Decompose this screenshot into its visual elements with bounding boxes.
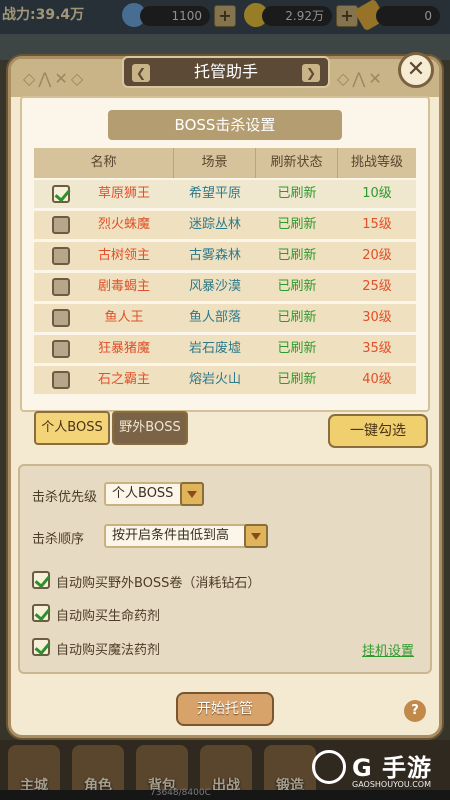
dialog-title-text: 托管助手 <box>193 62 258 81</box>
order-value: 按开启条件由低到高 <box>112 528 230 543</box>
refresh-status: 已刷新 <box>277 279 317 294</box>
table-row[interactable]: 狂暴猪魔 岩石废墟 已刷新 35级 <box>34 335 416 363</box>
boss-name: 古树领主 <box>97 248 150 263</box>
option-label: 自动购买野外BOSS卷（消耗钻石） <box>56 576 261 591</box>
watermark: G 手游 GAOSHOUYOU.COM <box>312 748 450 798</box>
section-title: BOSS击杀设置 <box>108 110 342 140</box>
boss-checkbox[interactable] <box>52 278 70 296</box>
watermark-subtext: GAOSHOUYOU.COM <box>352 780 432 789</box>
chevron-down-icon[interactable] <box>244 524 268 548</box>
table-row[interactable]: 古树领主 古雾森林 已刷新 20级 <box>34 242 416 270</box>
table-header: 名称 场景 刷新状态 挑战等级 <box>34 148 416 178</box>
tab-field-boss[interactable]: 野外BOSS <box>112 411 188 445</box>
afk-settings-link[interactable]: 挂机设置 <box>362 640 414 659</box>
boss-name: 石之霸主 <box>97 372 150 387</box>
auto-buy-boss-scroll-checkbox[interactable] <box>32 571 50 589</box>
boss-checkbox[interactable] <box>52 340 70 358</box>
challenge-level: 40级 <box>362 372 392 387</box>
dialog-title: ❮ 托管助手 ❯ <box>122 56 330 88</box>
boss-checkbox[interactable] <box>52 309 70 327</box>
challenge-level: 30级 <box>362 310 392 325</box>
challenge-level: 15级 <box>362 217 392 232</box>
refresh-status: 已刷新 <box>277 372 317 387</box>
boss-name: 烈火蛛魔 <box>97 217 150 232</box>
order-dropdown[interactable]: 按开启条件由低到高 <box>104 524 268 548</box>
table-row[interactable]: 石之霸主 熔岩火山 已刷新 40级 <box>34 366 416 394</box>
chevron-down-icon[interactable] <box>180 482 204 506</box>
boss-scene: 希望平原 <box>188 186 241 201</box>
title-ornament-icon: ❯ <box>302 64 320 82</box>
start-hosting-button[interactable]: 开始托管 <box>176 692 274 726</box>
boss-name: 鱼人王 <box>104 310 144 325</box>
auto-buy-mp-potion-checkbox[interactable] <box>32 638 50 656</box>
boss-scene: 古雾森林 <box>188 248 241 263</box>
challenge-level: 25级 <box>362 279 392 294</box>
boss-name: 剧毒蝎主 <box>97 279 150 294</box>
header-decoration: ◇⋀✕ <box>337 69 385 88</box>
option-label: 自动购买魔法药剂 <box>56 643 161 658</box>
title-ornament-icon: ❮ <box>132 64 150 82</box>
boss-scene: 鱼人部落 <box>188 310 241 325</box>
refresh-status: 已刷新 <box>277 186 317 201</box>
priority-value: 个人BOSS <box>112 486 174 501</box>
help-icon[interactable]: ? <box>404 700 426 722</box>
boss-name: 狂暴猪魔 <box>97 341 150 356</box>
refresh-status: 已刷新 <box>277 341 317 356</box>
column-header: 挑战等级 <box>350 155 403 170</box>
column-header: 名称 <box>34 148 174 178</box>
boss-name: 草原狮王 <box>97 186 150 201</box>
header-decoration: ◇⋀✕◇ <box>23 69 87 88</box>
tab-personal-boss[interactable]: 个人BOSS <box>34 411 110 445</box>
table-row[interactable]: 草原狮王 希望平原 已刷新 10级 <box>34 180 416 208</box>
column-header: 刷新状态 <box>256 148 338 178</box>
close-button[interactable]: ✕ <box>398 52 434 88</box>
refresh-status: 已刷新 <box>277 310 317 325</box>
watermark-logo-icon <box>312 750 346 784</box>
boss-checkbox[interactable] <box>52 185 70 203</box>
boss-checkbox[interactable] <box>52 216 70 234</box>
refresh-status: 已刷新 <box>277 217 317 232</box>
priority-label: 击杀优先级 <box>32 490 98 505</box>
boss-checkbox[interactable] <box>52 371 70 389</box>
boss-scene: 熔岩火山 <box>188 372 241 387</box>
challenge-level: 35级 <box>362 341 392 356</box>
boss-scene: 迷踪丛林 <box>188 217 241 232</box>
priority-dropdown[interactable]: 个人BOSS <box>104 482 204 506</box>
column-header: 场景 <box>174 148 256 178</box>
select-all-button[interactable]: 一键勾选 <box>328 414 428 448</box>
challenge-level: 20级 <box>362 248 392 263</box>
order-label: 击杀顺序 <box>32 532 85 547</box>
refresh-status: 已刷新 <box>277 248 317 263</box>
challenge-level: 10级 <box>362 186 392 201</box>
auto-buy-hp-potion-checkbox[interactable] <box>32 604 50 622</box>
table-row[interactable]: 鱼人王 鱼人部落 已刷新 30级 <box>34 304 416 332</box>
boss-scene: 风暴沙漠 <box>188 279 241 294</box>
boss-scene: 岩石废墟 <box>188 341 241 356</box>
boss-checkbox[interactable] <box>52 247 70 265</box>
table-row[interactable]: 烈火蛛魔 迷踪丛林 已刷新 15级 <box>34 211 416 239</box>
table-row[interactable]: 剧毒蝎主 风暴沙漠 已刷新 25级 <box>34 273 416 301</box>
watermark-text: G 手游 <box>352 754 433 782</box>
option-label: 自动购买生命药剂 <box>56 609 161 624</box>
